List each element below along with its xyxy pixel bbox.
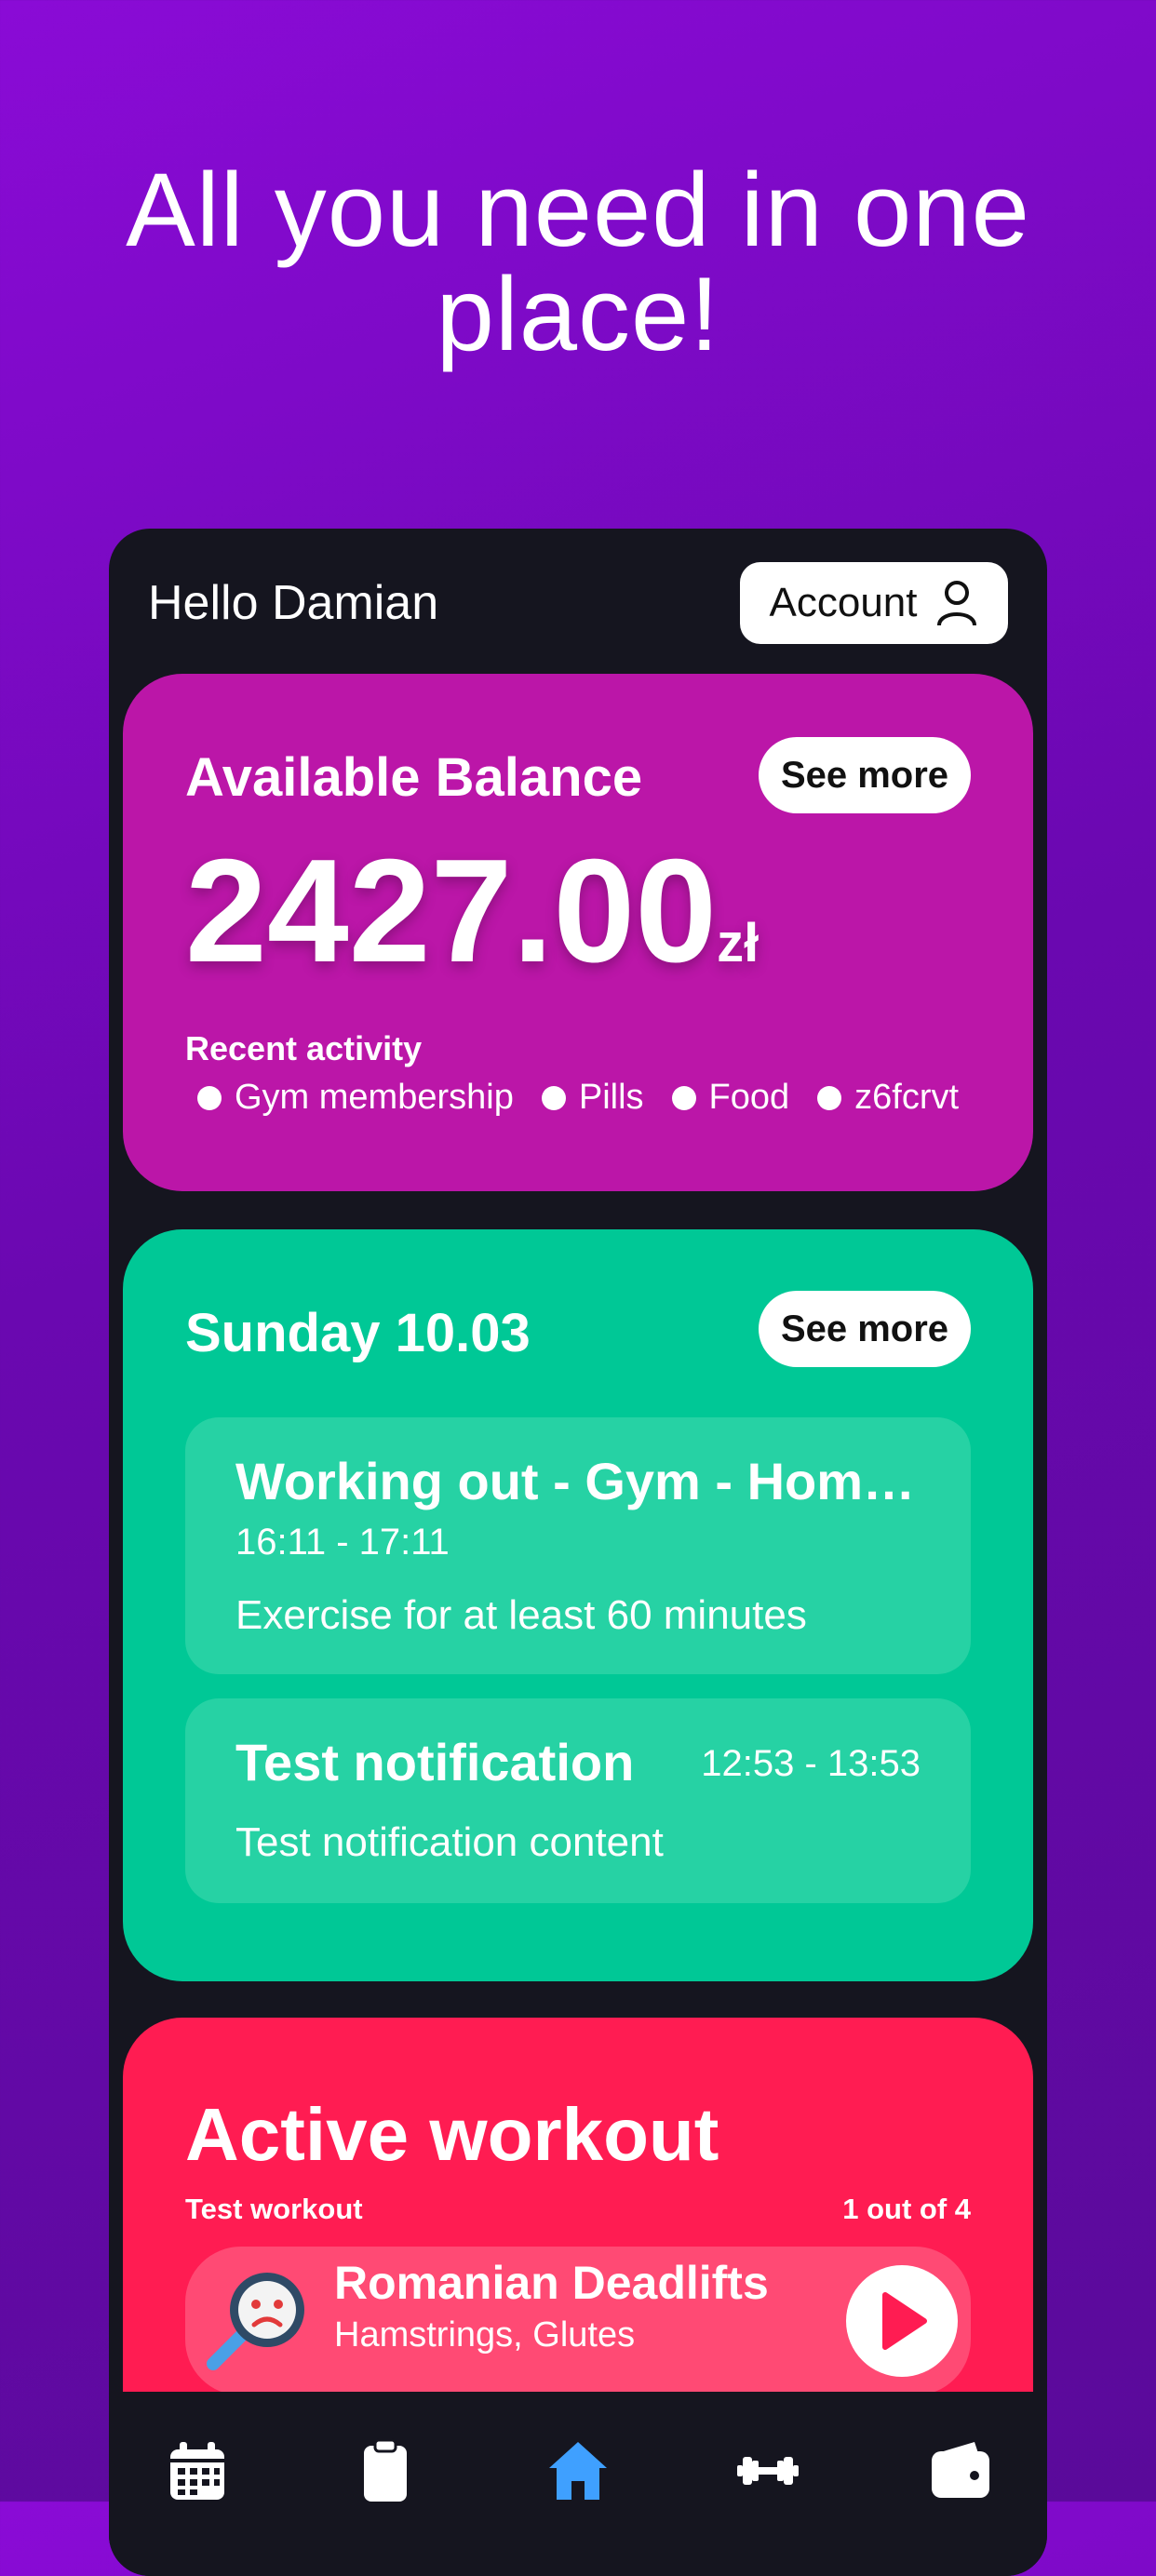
search-sad-face-icon: [207, 2273, 304, 2370]
currency-symbol: zł: [717, 913, 759, 973]
balance-amount: 2427.00zł: [185, 837, 759, 1018]
greeting: Hello Damian: [148, 576, 439, 630]
balance-title: Available Balance: [185, 747, 643, 808]
bullet-icon: [817, 1085, 842, 1110]
headline: All you need in one place!: [126, 152, 1030, 372]
exercise-muscles: Hamstrings, Glutes: [334, 2315, 636, 2355]
play-icon: [882, 2292, 927, 2350]
recent-activity-label: Pills: [578, 1078, 644, 1117]
balance-see-more-button[interactable]: See more: [759, 737, 971, 813]
home-icon: [549, 2442, 607, 2500]
balance-value: 2427.00: [185, 829, 718, 993]
schedule-card: Sunday 10.03 See more Working out - Gym …: [123, 1229, 1033, 1981]
recent-activity-list: Gym membership Pills Food z6fcrvt: [197, 1078, 959, 1118]
nav-calendar[interactable]: [165, 2438, 230, 2503]
calendar-icon: [170, 2442, 224, 2500]
active-workout-title: Active workout: [185, 2093, 719, 2176]
account-button[interactable]: Account: [740, 562, 1008, 644]
bullet-icon: [197, 1085, 222, 1110]
event-title: Test notification: [235, 1733, 635, 1791]
recent-activity-title: Recent activity: [185, 1029, 423, 1067]
exercise-item[interactable]: Romanian Deadlifts Hamstrings, Glutes: [185, 2247, 971, 2395]
play-button[interactable]: [846, 2265, 958, 2377]
user-icon: [937, 581, 977, 626]
nav-workouts[interactable]: [735, 2438, 800, 2503]
recent-activity-item: Pills: [541, 1078, 644, 1118]
dumbbell-icon: [737, 2457, 799, 2485]
workout-progress: 1 out of 4: [842, 2193, 971, 2225]
recent-activity-item: Gym membership: [197, 1078, 514, 1118]
recent-activity-label: Food: [708, 1078, 790, 1117]
recent-activity-label: z6fcrvt: [854, 1078, 960, 1117]
clipboard-icon: [364, 2438, 407, 2502]
workout-name: Test workout: [185, 2193, 363, 2225]
recent-activity-item: z6fcrvt: [817, 1078, 959, 1118]
schedule-date: Sunday 10.03: [185, 1303, 531, 1363]
wallet-icon: [932, 2442, 989, 2498]
balance-card: Available Balance See more 2427.00zł Rec…: [123, 674, 1033, 1191]
account-label: Account: [769, 580, 918, 625]
event-time: 12:53 - 13:53: [701, 1743, 921, 1784]
recent-activity-item: Food: [671, 1078, 790, 1118]
exercise-name: Romanian Deadlifts: [334, 2257, 769, 2309]
event-description: Test notification content: [235, 1819, 664, 1865]
nav-home[interactable]: [545, 2438, 611, 2503]
event-description: Exercise for at least 60 minutes: [235, 1592, 807, 1638]
app-screen: Hello Damian Account Available Balance S…: [109, 529, 1047, 2576]
event-time: 16:11 - 17:11: [235, 1522, 450, 1563]
nav-clipboard[interactable]: [353, 2438, 418, 2503]
event-title: Working out - Gym - Hom…: [235, 1452, 916, 1510]
schedule-event[interactable]: Working out - Gym - Hom… 16:11 - 17:11 E…: [185, 1417, 971, 1674]
bullet-icon: [541, 1085, 566, 1110]
bottom-nav: [109, 2392, 1047, 2576]
recent-activity-label: Gym membership: [235, 1078, 514, 1117]
nav-wallet[interactable]: [928, 2438, 993, 2503]
schedule-see-more-button[interactable]: See more: [759, 1291, 971, 1367]
bullet-icon: [671, 1085, 696, 1110]
schedule-event[interactable]: Test notification 12:53 - 13:53 Test not…: [185, 1698, 971, 1903]
